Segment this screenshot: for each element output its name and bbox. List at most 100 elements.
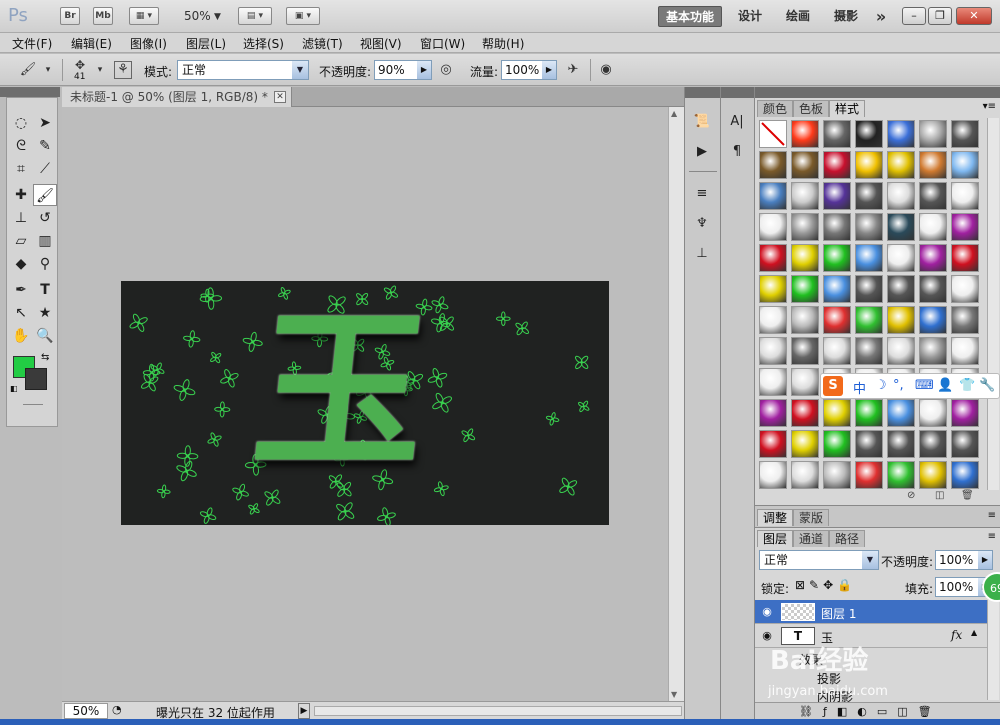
delete-style-icon[interactable]: 🗑 bbox=[961, 490, 974, 501]
zoom-level[interactable]: 50% bbox=[184, 9, 211, 23]
swap-colors-icon[interactable]: ⇆ bbox=[41, 352, 49, 363]
document-vertical-scrollbar[interactable]: ▲ ▼ bbox=[668, 107, 684, 701]
flow-slider-arrow-icon[interactable]: ▶ bbox=[542, 61, 556, 79]
style-swatch[interactable] bbox=[887, 213, 915, 241]
style-swatch[interactable] bbox=[759, 337, 787, 365]
panel-menu-icon[interactable]: ≡ bbox=[988, 531, 996, 542]
style-swatch[interactable] bbox=[823, 151, 851, 179]
brush-panel-icon[interactable]: ⚘ bbox=[114, 61, 132, 79]
status-menu-arrow-icon[interactable]: ▶ bbox=[298, 703, 310, 719]
marquee-tool-icon[interactable]: ◌ bbox=[9, 112, 33, 134]
tab-color[interactable]: 颜色 bbox=[757, 100, 794, 117]
close-button[interactable]: ✕ bbox=[956, 7, 992, 25]
style-swatch[interactable] bbox=[823, 430, 851, 458]
blend-mode-select[interactable]: 正常 ▼ bbox=[759, 550, 879, 570]
style-swatch[interactable] bbox=[951, 399, 979, 427]
menu-file[interactable]: 文件(F) bbox=[12, 35, 52, 52]
style-swatch[interactable] bbox=[887, 244, 915, 272]
flow-input[interactable]: 100% ▶ bbox=[501, 60, 557, 80]
style-swatch[interactable] bbox=[855, 244, 883, 272]
opacity-slider-arrow-icon[interactable]: ▶ bbox=[417, 61, 431, 79]
style-swatch[interactable] bbox=[791, 244, 819, 272]
minibridge-button[interactable]: Mb bbox=[93, 7, 113, 25]
move-tool-icon[interactable]: ➤ bbox=[33, 112, 57, 134]
style-swatch[interactable] bbox=[951, 275, 979, 303]
menu-filter[interactable]: 滤镜(T) bbox=[302, 35, 343, 52]
style-swatch[interactable] bbox=[951, 182, 979, 210]
expand-effects-icon[interactable]: ▲ bbox=[971, 628, 977, 637]
style-swatch[interactable] bbox=[951, 244, 979, 272]
style-swatch[interactable] bbox=[791, 120, 819, 148]
style-swatch[interactable] bbox=[887, 182, 915, 210]
path-selection-tool-icon[interactable]: ↖ bbox=[9, 302, 33, 324]
workspace-essentials[interactable]: 基本功能 bbox=[658, 6, 722, 27]
default-colors-icon[interactable]: ◧ bbox=[10, 384, 18, 393]
type-tool-icon[interactable]: T bbox=[33, 279, 57, 301]
style-swatch[interactable] bbox=[791, 430, 819, 458]
tab-adjustments[interactable]: 调整 bbox=[757, 509, 794, 526]
horizontal-scrollbar[interactable] bbox=[314, 706, 682, 716]
style-swatch[interactable] bbox=[759, 306, 787, 334]
sogou-logo-icon[interactable]: S bbox=[823, 376, 843, 396]
bridge-button[interactable]: Br bbox=[60, 7, 80, 25]
style-swatch[interactable] bbox=[759, 182, 787, 210]
style-swatch[interactable] bbox=[823, 275, 851, 303]
style-swatch[interactable] bbox=[823, 244, 851, 272]
workspace-painting[interactable]: 绘画 bbox=[778, 6, 818, 27]
style-swatch[interactable] bbox=[823, 399, 851, 427]
style-swatch[interactable] bbox=[887, 430, 915, 458]
menu-image[interactable]: 图像(I) bbox=[130, 35, 167, 52]
new-style-icon[interactable]: ◫ bbox=[935, 490, 944, 501]
style-swatch[interactable] bbox=[823, 337, 851, 365]
style-swatch[interactable] bbox=[791, 306, 819, 334]
style-swatch[interactable] bbox=[759, 213, 787, 241]
style-swatch[interactable] bbox=[855, 306, 883, 334]
minimize-button[interactable]: – bbox=[902, 7, 926, 25]
style-swatch[interactable] bbox=[887, 275, 915, 303]
eraser-tool-icon[interactable]: ▱ bbox=[9, 230, 33, 252]
style-swatch[interactable] bbox=[759, 368, 787, 396]
style-swatch[interactable] bbox=[919, 306, 947, 334]
style-swatch[interactable] bbox=[791, 399, 819, 427]
style-swatch[interactable] bbox=[919, 244, 947, 272]
opacity-input[interactable]: 90% ▶ bbox=[374, 60, 432, 80]
airbrush-icon[interactable]: ✈ bbox=[563, 60, 583, 80]
menu-edit[interactable]: 编辑(E) bbox=[71, 35, 112, 52]
style-swatch[interactable] bbox=[791, 151, 819, 179]
style-swatch[interactable] bbox=[951, 430, 979, 458]
brush-size-dropdown-icon[interactable]: ▾ bbox=[90, 60, 110, 80]
scroll-down-icon[interactable]: ▼ bbox=[671, 690, 677, 699]
styles-panel-header[interactable] bbox=[755, 87, 1000, 98]
skin-icon[interactable]: 👕 bbox=[959, 378, 975, 393]
brush-tool-icon[interactable]: 🖌 bbox=[33, 184, 57, 206]
ime-chinese-mode[interactable]: 中 bbox=[853, 378, 866, 397]
style-swatch[interactable] bbox=[759, 244, 787, 272]
style-swatch[interactable] bbox=[887, 337, 915, 365]
lock-icons[interactable]: ⊠✎✥🔒 bbox=[795, 578, 856, 592]
tab-masks[interactable]: 蒙版 bbox=[793, 509, 830, 526]
style-swatch[interactable] bbox=[951, 461, 979, 489]
blur-tool-icon[interactable]: ◆ bbox=[9, 253, 33, 275]
style-swatch[interactable] bbox=[887, 399, 915, 427]
style-swatch[interactable] bbox=[823, 306, 851, 334]
style-swatch[interactable] bbox=[759, 399, 787, 427]
style-swatch[interactable] bbox=[919, 213, 947, 241]
punctuation-icon[interactable]: °, bbox=[893, 378, 904, 393]
dock-collapse-bar[interactable] bbox=[721, 87, 754, 98]
visibility-eye-icon[interactable]: ◉ bbox=[759, 605, 775, 619]
layer-name[interactable]: 图层 1 bbox=[821, 605, 856, 622]
style-swatch[interactable] bbox=[823, 461, 851, 489]
style-swatch[interactable] bbox=[791, 213, 819, 241]
shape-tool-icon[interactable]: ★ bbox=[33, 302, 57, 324]
style-swatch[interactable] bbox=[759, 151, 787, 179]
background-color-swatch[interactable] bbox=[25, 368, 47, 390]
mode-select[interactable]: 正常 ▼ bbox=[177, 60, 309, 80]
gradient-tool-icon[interactable]: ▥ bbox=[33, 230, 57, 252]
workspace-design[interactable]: 设计 bbox=[730, 6, 770, 27]
tools-panel-header[interactable] bbox=[0, 87, 60, 97]
status-info-icon[interactable]: ◔ bbox=[112, 703, 122, 716]
style-swatch[interactable] bbox=[855, 120, 883, 148]
style-swatch[interactable] bbox=[951, 213, 979, 241]
style-swatch[interactable] bbox=[951, 120, 979, 148]
style-swatch[interactable] bbox=[887, 461, 915, 489]
